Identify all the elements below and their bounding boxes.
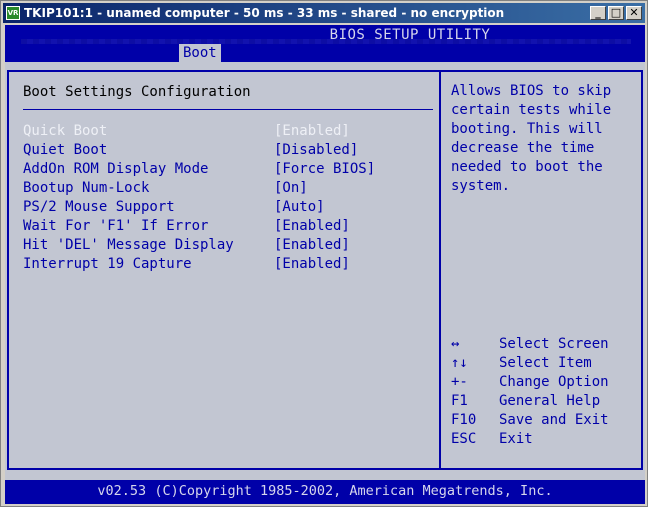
section-divider xyxy=(23,109,433,110)
window-title: TKIP101:1 - unamed computer - 50 ms - 33… xyxy=(24,6,505,20)
key-legend-row: +- Change Option xyxy=(451,373,641,392)
help-text: Allows BIOS to skip certain tests while … xyxy=(451,83,612,194)
key-legend-row: ↔ Select Screen xyxy=(451,335,641,354)
help-panel: Allows BIOS to skip certain tests while … xyxy=(439,70,643,470)
setting-label: Wait For 'F1' If Error xyxy=(23,218,209,234)
setting-label: Interrupt 19 Capture xyxy=(23,256,192,272)
copyright-footer: v02.53 (C)Copyright 1985-2002, American … xyxy=(5,480,645,504)
key-action: Exit xyxy=(499,431,533,447)
app-icon[interactable]: VR xyxy=(6,6,20,20)
remote-desktop-window: VR TKIP101:1 - unamed computer - 50 ms -… xyxy=(0,0,648,507)
key-action: Select Screen xyxy=(499,336,609,352)
setting-label: Bootup Num-Lock xyxy=(23,180,150,196)
key-legend-row: ESC Exit xyxy=(451,430,641,449)
setting-row[interactable]: AddOn ROM Display Mode [Force BIOS] xyxy=(23,160,433,179)
bios-header: BIOS SETUP UTILITY Boot xyxy=(5,25,645,62)
setting-row[interactable]: Bootup Num-Lock [On] xyxy=(23,179,433,198)
setting-row[interactable]: Quiet Boot [Disabled] xyxy=(23,141,433,160)
key-legend-row: F10 Save and Exit xyxy=(451,411,641,430)
setting-value[interactable]: [Enabled] xyxy=(274,255,350,274)
setting-row[interactable]: PS/2 Mouse Support [Auto] xyxy=(23,198,433,217)
key-legend-row: F1 General Help xyxy=(451,392,641,411)
key-name: ESC xyxy=(451,431,477,447)
setting-value[interactable]: [Auto] xyxy=(274,198,325,217)
setting-value[interactable]: [Disabled] xyxy=(274,141,358,160)
setting-value[interactable]: [Force BIOS] xyxy=(274,160,375,179)
setting-value[interactable]: [Enabled] xyxy=(274,122,350,141)
setting-label: Quiet Boot xyxy=(23,142,108,158)
section-title: Boot Settings Configuration xyxy=(23,84,251,100)
key-name: ↑↓ xyxy=(451,355,468,371)
key-action: Select Item xyxy=(499,355,592,371)
setting-value[interactable]: [On] xyxy=(274,179,308,198)
setting-row[interactable]: Wait For 'F1' If Error [Enabled] xyxy=(23,217,433,236)
settings-list: Quick Boot [Enabled] Quiet Boot [Disabled] A… xyxy=(23,122,433,274)
bios-title: BIOS SETUP UTILITY xyxy=(329,27,491,43)
tab-boot[interactable]: Boot xyxy=(179,44,221,62)
setting-label: AddOn ROM Display Mode xyxy=(23,161,209,177)
setting-row[interactable]: Hit 'DEL' Message Display [Enabled] xyxy=(23,236,433,255)
settings-panel: Boot Settings Configuration Quick Boot [E… xyxy=(7,70,439,470)
minimize-button[interactable]: _ xyxy=(590,6,606,20)
setting-label: PS/2 Mouse Support xyxy=(23,199,175,215)
key-name: +- xyxy=(451,374,468,390)
setting-value[interactable]: [Enabled] xyxy=(274,217,350,236)
maximize-button[interactable]: □ xyxy=(608,6,624,20)
key-name: F1 xyxy=(451,393,468,409)
setting-value[interactable]: [Enabled] xyxy=(274,236,350,255)
key-name: F10 xyxy=(451,412,477,428)
title-bar[interactable]: VR TKIP101:1 - unamed computer - 50 ms -… xyxy=(3,3,645,23)
key-action: General Help xyxy=(499,393,601,409)
setting-label: Hit 'DEL' Message Display xyxy=(23,237,234,253)
key-action: Change Option xyxy=(499,374,609,390)
window-controls: _ □ ✕ xyxy=(590,6,642,20)
setting-row[interactable]: Interrupt 19 Capture [Enabled] xyxy=(23,255,433,274)
key-legend: ↔ Select Screen ↑↓ Select Item +- Change Opti… xyxy=(451,335,641,449)
setting-row[interactable]: Quick Boot [Enabled] xyxy=(23,122,433,141)
bios-screen: BIOS SETUP UTILITY Boot Boot Settings Co… xyxy=(5,25,645,504)
key-legend-row: ↑↓ Select Item xyxy=(451,354,641,373)
key-name: ↔ xyxy=(451,336,460,352)
setting-label: Quick Boot xyxy=(23,123,108,139)
key-action: Save and Exit xyxy=(499,412,609,428)
close-button[interactable]: ✕ xyxy=(626,6,642,20)
